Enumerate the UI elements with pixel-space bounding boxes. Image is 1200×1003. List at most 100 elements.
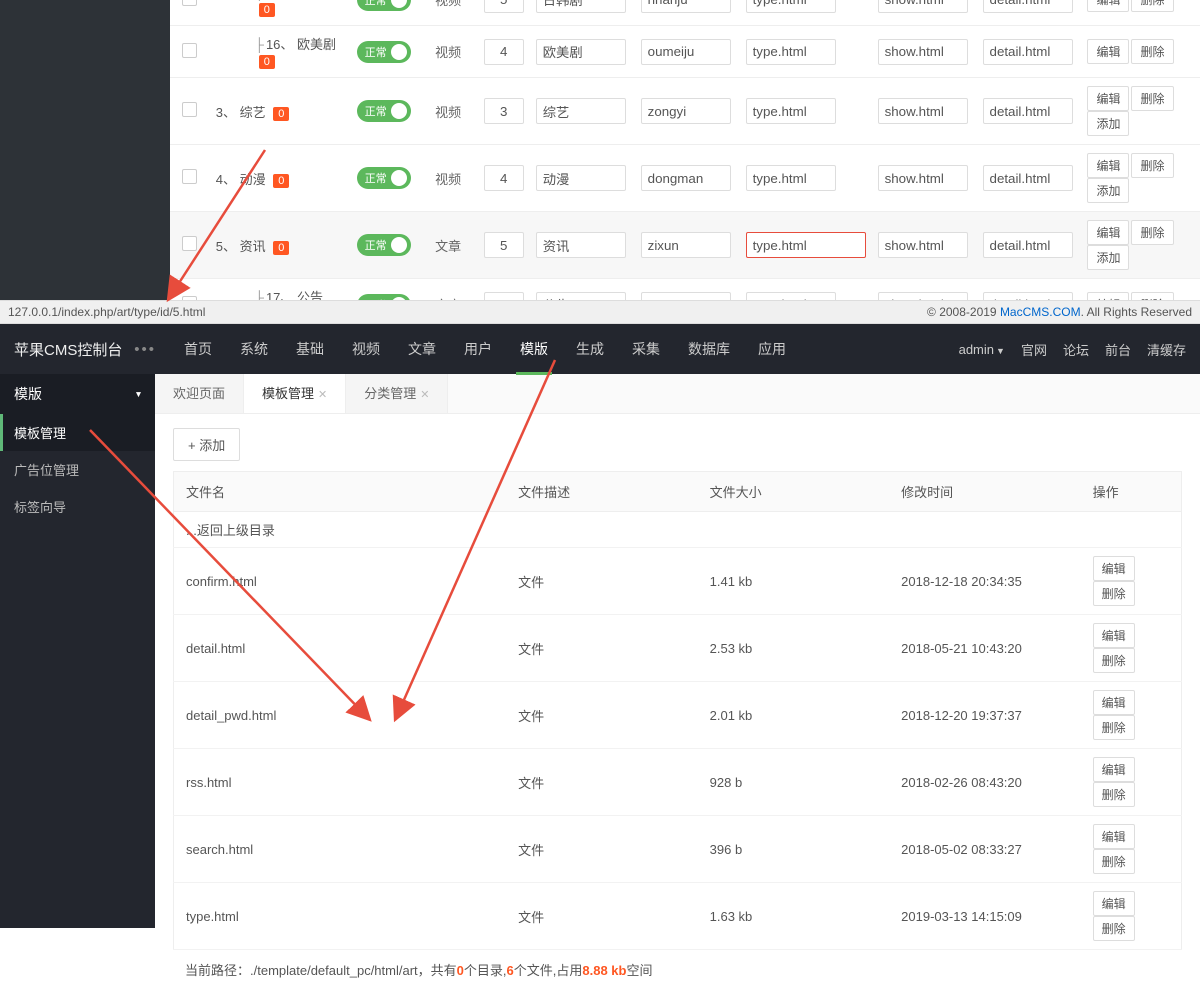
tpl-name-input[interactable] xyxy=(536,165,626,191)
tpl-slug-input[interactable] xyxy=(641,39,731,65)
row-op-button[interactable]: 编辑 xyxy=(1087,39,1129,64)
parent-dir-link[interactable]: ...返回上级目录 xyxy=(174,512,1182,548)
nav-link-clearcache[interactable]: 清缓存 xyxy=(1147,340,1186,359)
tpl-type-input[interactable] xyxy=(746,39,836,65)
tpl-show-input[interactable] xyxy=(878,292,968,301)
tpl-name-input[interactable] xyxy=(536,292,626,301)
file-op-button[interactable]: 删除 xyxy=(1093,849,1135,874)
tab[interactable]: 模板管理✕ xyxy=(244,374,346,413)
row-op-button[interactable]: 删除 xyxy=(1131,220,1173,245)
sort-input[interactable] xyxy=(484,232,524,258)
row-op-button[interactable]: 添加 xyxy=(1087,245,1129,270)
row-checkbox[interactable] xyxy=(182,296,197,301)
file-name[interactable]: type.html xyxy=(174,883,507,950)
row-checkbox[interactable] xyxy=(182,169,197,184)
row-op-button[interactable]: 编辑 xyxy=(1087,220,1129,245)
row-op-button[interactable]: 添加 xyxy=(1087,111,1129,136)
tpl-type-input[interactable] xyxy=(746,232,866,258)
row-op-button[interactable]: 编辑 xyxy=(1087,0,1129,12)
file-op-button[interactable]: 删除 xyxy=(1093,782,1135,807)
tpl-name-input[interactable] xyxy=(536,232,626,258)
sort-input[interactable] xyxy=(484,292,524,301)
file-op-button[interactable]: 删除 xyxy=(1093,715,1135,740)
nav-item[interactable]: 基础 xyxy=(282,324,338,374)
file-op-button[interactable]: 删除 xyxy=(1093,648,1135,673)
tpl-show-input[interactable] xyxy=(878,165,968,191)
row-checkbox[interactable] xyxy=(182,236,197,251)
row-op-button[interactable]: 编辑 xyxy=(1087,153,1129,178)
file-op-button[interactable]: 编辑 xyxy=(1093,891,1135,916)
tpl-type-input[interactable] xyxy=(746,98,836,124)
maccms-link[interactable]: MacCMS.COM xyxy=(1000,305,1081,319)
row-name[interactable]: 4、 动漫 0 xyxy=(210,145,349,212)
tpl-detail-input[interactable] xyxy=(983,98,1073,124)
tpl-show-input[interactable] xyxy=(878,0,968,13)
tpl-detail-input[interactable] xyxy=(983,165,1073,191)
row-op-button[interactable]: 编辑 xyxy=(1087,86,1129,111)
nav-item[interactable]: 视频 xyxy=(338,324,394,374)
file-name[interactable]: confirm.html xyxy=(174,548,507,615)
file-op-button[interactable]: 编辑 xyxy=(1093,690,1135,715)
tpl-show-input[interactable] xyxy=(878,232,968,258)
file-name[interactable]: detail_pwd.html xyxy=(174,682,507,749)
file-op-button[interactable]: 编辑 xyxy=(1093,757,1135,782)
tpl-slug-input[interactable] xyxy=(641,232,731,258)
file-op-button[interactable]: 编辑 xyxy=(1093,623,1135,648)
nav-item[interactable]: 用户 xyxy=(450,324,506,374)
side-head[interactable]: 模版 ▴ xyxy=(0,374,155,414)
status-toggle[interactable]: 正常 xyxy=(357,100,411,122)
tpl-name-input[interactable] xyxy=(536,39,626,65)
file-op-button[interactable]: 删除 xyxy=(1093,581,1135,606)
nav-link-forum[interactable]: 论坛 xyxy=(1063,340,1089,359)
sort-input[interactable] xyxy=(484,98,524,124)
row-name[interactable]: 16、 欧美剧 0 xyxy=(210,26,349,78)
nav-item[interactable]: 首页 xyxy=(170,324,226,374)
tpl-type-input[interactable] xyxy=(746,292,836,301)
nav-link-site[interactable]: 官网 xyxy=(1021,340,1047,359)
status-toggle[interactable]: 正常 xyxy=(357,294,411,301)
sidebar-item[interactable]: 广告位管理 xyxy=(0,451,155,488)
sort-input[interactable] xyxy=(484,39,524,65)
tpl-detail-input[interactable] xyxy=(983,0,1073,13)
nav-link-front[interactable]: 前台 xyxy=(1105,340,1131,359)
tab[interactable]: 分类管理✕ xyxy=(346,374,448,413)
row-op-button[interactable]: 删除 xyxy=(1131,86,1173,111)
tpl-show-input[interactable] xyxy=(878,98,968,124)
file-name[interactable]: rss.html xyxy=(174,749,507,816)
status-toggle[interactable]: 正常 xyxy=(357,0,411,11)
tab[interactable]: 欢迎页面 xyxy=(155,374,244,413)
file-op-button[interactable]: 编辑 xyxy=(1093,556,1135,581)
close-icon[interactable]: ✕ xyxy=(420,389,429,401)
sidebar-item[interactable]: 模板管理 xyxy=(0,414,155,451)
nav-item[interactable]: 文章 xyxy=(394,324,450,374)
row-name[interactable]: 17、 公告 0 xyxy=(210,279,349,301)
tpl-slug-input[interactable] xyxy=(641,98,731,124)
row-checkbox[interactable] xyxy=(182,0,197,6)
row-op-button[interactable]: 添加 xyxy=(1087,178,1129,203)
nav-item[interactable]: 应用 xyxy=(744,324,800,374)
tpl-name-input[interactable] xyxy=(536,98,626,124)
add-button[interactable]: 添加 xyxy=(173,428,240,461)
nav-item[interactable]: 数据库 xyxy=(674,324,744,374)
file-name[interactable]: detail.html xyxy=(174,615,507,682)
tpl-detail-input[interactable] xyxy=(983,292,1073,301)
menu-dots-icon[interactable]: ••• xyxy=(134,341,156,358)
row-op-button[interactable]: 删除 xyxy=(1131,39,1173,64)
sort-input[interactable] xyxy=(484,165,524,191)
tpl-type-input[interactable] xyxy=(746,165,836,191)
row-op-button[interactable]: 删除 xyxy=(1131,153,1173,178)
file-name[interactable]: search.html xyxy=(174,816,507,883)
file-op-button[interactable]: 删除 xyxy=(1093,916,1135,941)
tpl-type-input[interactable] xyxy=(746,0,836,13)
sidebar-item[interactable]: 标签向导 xyxy=(0,488,155,525)
nav-item[interactable]: 模版 xyxy=(506,324,562,374)
tpl-detail-input[interactable] xyxy=(983,232,1073,258)
tpl-slug-input[interactable] xyxy=(641,292,731,301)
row-checkbox[interactable] xyxy=(182,43,197,58)
status-toggle[interactable]: 正常 xyxy=(357,167,411,189)
row-name[interactable]: 5、 资讯 0 xyxy=(210,212,349,279)
row-op-button[interactable]: 删除 xyxy=(1131,0,1173,12)
close-icon[interactable]: ✕ xyxy=(318,389,327,401)
row-op-button[interactable]: 删除 xyxy=(1131,292,1173,300)
sort-input[interactable] xyxy=(484,0,524,13)
